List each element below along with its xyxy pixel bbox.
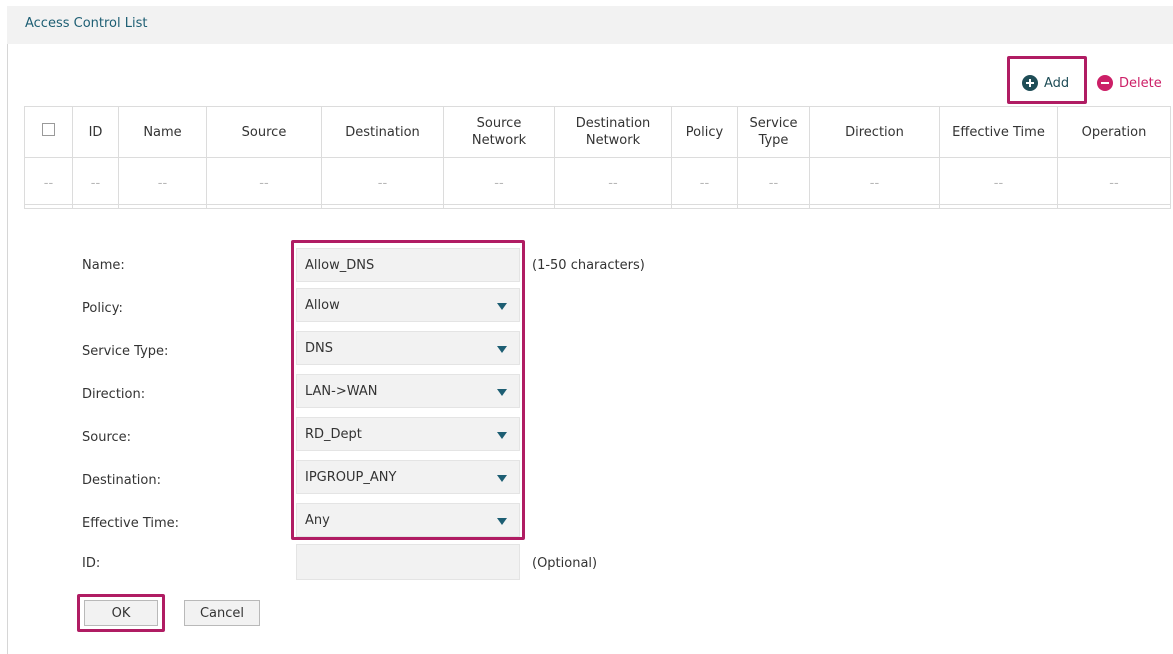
- chevron-down-icon: [497, 389, 507, 396]
- effective-time-select[interactable]: Any: [296, 503, 520, 537]
- delete-button[interactable]: Delete: [1097, 75, 1162, 91]
- table-cell: --: [737, 157, 810, 209]
- destination-select[interactable]: IPGROUP_ANY: [296, 460, 520, 494]
- column-header-label: Source Network: [471, 116, 527, 148]
- plus-circle-icon: [1022, 75, 1038, 91]
- add-label: Add: [1044, 75, 1070, 91]
- column-header: Effective Time: [939, 106, 1058, 158]
- effective-time-label: Effective Time:: [82, 516, 180, 531]
- table-cell: --: [321, 157, 444, 209]
- name-label: Name:: [82, 258, 125, 273]
- column-header-label: Service Type: [749, 116, 798, 148]
- policy-value: Allow: [305, 298, 340, 313]
- table-header-row: ID Name Source Destination Source Networ…: [24, 106, 1171, 158]
- chevron-down-icon: [497, 475, 507, 482]
- column-header: Destination: [321, 106, 444, 158]
- panel-title: Access Control List: [25, 16, 148, 31]
- chevron-down-icon: [497, 303, 507, 310]
- table-row: -- -- -- -- -- -- -- -- -- -- -- --: [24, 157, 1171, 209]
- table-cell: --: [24, 157, 73, 209]
- name-input[interactable]: Allow_DNS: [296, 248, 520, 282]
- chevron-down-icon: [497, 518, 507, 525]
- id-hint: (Optional): [532, 556, 598, 571]
- delete-label: Delete: [1119, 75, 1162, 91]
- column-header: ID: [72, 106, 119, 158]
- effective-time-value: Any: [305, 513, 330, 528]
- column-header: Destination Network: [554, 106, 672, 158]
- direction-label: Direction:: [82, 387, 146, 402]
- source-label: Source:: [82, 430, 132, 445]
- column-header: Name: [118, 106, 207, 158]
- column-header: Direction: [809, 106, 940, 158]
- service-type-label: Service Type:: [82, 344, 169, 359]
- select-all-cell[interactable]: [24, 106, 73, 158]
- table-cell: --: [939, 157, 1058, 209]
- table-cell: --: [554, 157, 672, 209]
- ok-button[interactable]: OK: [84, 600, 158, 626]
- column-header: Policy: [671, 106, 738, 158]
- source-select[interactable]: RD_Dept: [296, 417, 520, 451]
- column-header: Source: [206, 106, 322, 158]
- table-cell: --: [671, 157, 738, 209]
- policy-select[interactable]: Allow: [296, 288, 520, 322]
- panel-header: Access Control List: [7, 6, 1173, 44]
- form-divider: [24, 204, 1170, 205]
- id-input[interactable]: [296, 544, 520, 580]
- destination-label: Destination:: [82, 473, 161, 488]
- service-type-value: DNS: [305, 341, 333, 356]
- direction-select[interactable]: LAN->WAN: [296, 374, 520, 408]
- table-cell: --: [809, 157, 940, 209]
- cancel-button[interactable]: Cancel: [184, 600, 260, 626]
- select-all-checkbox[interactable]: [42, 123, 55, 136]
- destination-value: IPGROUP_ANY: [305, 470, 397, 485]
- name-value: Allow_DNS: [305, 258, 375, 273]
- direction-value: LAN->WAN: [305, 384, 378, 399]
- minus-circle-icon: [1097, 75, 1113, 91]
- source-value: RD_Dept: [305, 427, 362, 442]
- table-cell: --: [206, 157, 322, 209]
- id-label: ID:: [82, 556, 101, 571]
- column-header: Service Type: [737, 106, 810, 158]
- chevron-down-icon: [497, 346, 507, 353]
- table-cell: --: [72, 157, 119, 209]
- policy-label: Policy:: [82, 301, 123, 316]
- add-button[interactable]: Add: [1022, 75, 1069, 91]
- table-cell: --: [118, 157, 207, 209]
- table-cell: --: [443, 157, 555, 209]
- service-type-select[interactable]: DNS: [296, 331, 520, 365]
- column-header: Operation: [1057, 106, 1171, 158]
- column-header: Source Network: [443, 106, 555, 158]
- column-header-label: Destination Network: [575, 116, 651, 148]
- table-cell: --: [1057, 157, 1171, 209]
- name-hint: (1-50 characters): [532, 258, 645, 273]
- chevron-down-icon: [497, 432, 507, 439]
- acl-table: ID Name Source Destination Source Networ…: [24, 106, 1171, 209]
